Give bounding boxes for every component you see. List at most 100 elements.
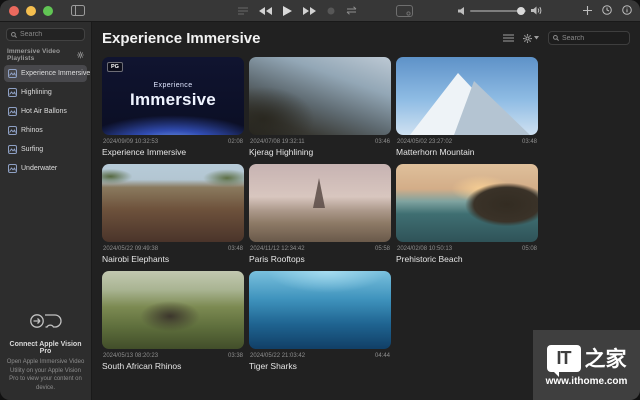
- display-mirroring-icon[interactable]: [390, 0, 419, 22]
- fast-forward-icon[interactable]: [301, 0, 318, 22]
- volume-high-icon[interactable]: [531, 2, 542, 20]
- sidebar-item-highlining[interactable]: Highlining: [4, 84, 87, 101]
- settings-dropdown[interactable]: [523, 34, 539, 43]
- video-title: Tiger Sharks: [249, 361, 391, 371]
- video-duration: 03:46: [375, 139, 390, 145]
- info-icon[interactable]: [622, 2, 632, 20]
- playlists-section-title: Immersive Video Playlists: [7, 48, 77, 62]
- sidebar-item-label: Surfing: [21, 146, 43, 153]
- video-card-tiger-sharks[interactable]: 2024/05/22 21:03:42 04:44 Tiger Sharks: [249, 271, 391, 371]
- playlist-icon: [8, 145, 17, 154]
- gear-icon: [523, 34, 532, 43]
- clock-icon[interactable]: [602, 2, 612, 20]
- sidebar-item-label: Rhinos: [21, 127, 43, 134]
- sidebar-item-surfing[interactable]: Surfing: [4, 141, 87, 158]
- volume-controls: [458, 2, 542, 20]
- video-title: South African Rhinos: [102, 361, 244, 371]
- traffic-lights: [9, 6, 53, 16]
- playlist-icon: [8, 69, 17, 78]
- close-button[interactable]: [9, 6, 19, 16]
- video-grid: PG Experience Immersive 2024/09/09 10:32…: [93, 47, 640, 371]
- content-search[interactable]: [548, 31, 630, 45]
- search-icon: [11, 32, 17, 38]
- video-card-experience-immersive[interactable]: PG Experience Immersive 2024/09/09 10:32…: [102, 57, 244, 157]
- video-card-prehistoric-beach[interactable]: 2024/02/08 10:50:13 05:08 Prehistoric Be…: [396, 164, 538, 264]
- sidebar-item-label: Experience Immersive: [21, 70, 90, 77]
- video-duration: 05:58: [375, 246, 390, 252]
- video-title: Prehistoric Beach: [396, 254, 538, 264]
- loop-icon[interactable]: [344, 0, 359, 22]
- video-thumbnail[interactable]: [249, 271, 391, 349]
- volume-low-icon[interactable]: [458, 2, 465, 20]
- page-title: Experience Immersive: [102, 30, 260, 47]
- sidebar-toggle-icon[interactable]: [65, 0, 91, 22]
- play-icon[interactable]: [281, 0, 294, 22]
- video-thumbnail[interactable]: [102, 271, 244, 349]
- queue-icon[interactable]: [236, 0, 250, 22]
- header-controls: [503, 29, 630, 47]
- video-card-matterhorn-mountain[interactable]: 2024/05/02 23:27:02 03:48 Matterhorn Mou…: [396, 57, 538, 157]
- content-search-input[interactable]: [562, 35, 625, 42]
- ithome-logo: IT: [547, 345, 581, 372]
- ithome-url: www.ithome.com: [546, 376, 628, 387]
- video-duration: 02:08: [228, 139, 243, 145]
- video-title: Nairobi Elephants: [102, 254, 244, 264]
- video-duration: 03:48: [228, 246, 243, 252]
- playlist-icon: [8, 126, 17, 135]
- video-title: Kjerag Highlining: [249, 147, 391, 157]
- search-icon: [553, 35, 559, 41]
- video-timestamp: 2024/05/22 09:49:38: [103, 246, 158, 252]
- video-thumbnail[interactable]: [249, 164, 391, 242]
- sidebar-item-rhinos[interactable]: Rhinos: [4, 122, 87, 139]
- video-timestamp: 2024/02/08 10:50:13: [397, 246, 452, 252]
- sidebar-item-label: Highlining: [21, 89, 52, 96]
- video-thumbnail[interactable]: PG Experience Immersive: [102, 57, 244, 135]
- video-timestamp: 2024/05/22 21:03:42: [250, 353, 305, 359]
- video-thumbnail[interactable]: [396, 57, 538, 135]
- ithome-watermark: IT 之家 www.ithome.com: [533, 330, 640, 400]
- sidebar-item-label: Hot Air Ballons: [21, 108, 67, 115]
- titlebar: [0, 0, 640, 22]
- playlist-icon: [8, 164, 17, 173]
- sidebar-item-hot-air-ballons[interactable]: Hot Air Ballons: [4, 103, 87, 120]
- view-options-icon[interactable]: [503, 29, 514, 47]
- record-icon[interactable]: [325, 0, 337, 22]
- connect-description: Open Apple Immersive Video Utility on yo…: [5, 358, 86, 392]
- video-thumbnail[interactable]: [396, 164, 538, 242]
- video-timestamp: 2024/05/02 23:27:02: [397, 139, 452, 145]
- video-timestamp: 2024/09/09 10:32:53: [103, 139, 158, 145]
- video-duration: 05:08: [522, 246, 537, 252]
- gear-icon[interactable]: [77, 51, 84, 59]
- video-timestamp: 2024/05/13 08:20:23: [103, 353, 158, 359]
- video-duration: 03:38: [228, 353, 243, 359]
- video-timestamp: 2024/11/12 12:34:42: [250, 246, 305, 252]
- add-icon[interactable]: [583, 2, 592, 20]
- minimize-button[interactable]: [26, 6, 36, 16]
- volume-slider-knob[interactable]: [517, 7, 525, 15]
- zoom-button[interactable]: [43, 6, 53, 16]
- sidebar-search[interactable]: [6, 28, 85, 41]
- video-title: Paris Rooftops: [249, 254, 391, 264]
- sidebar-search-input[interactable]: [20, 31, 80, 38]
- video-title: Experience Immersive: [102, 147, 244, 157]
- video-thumbnail[interactable]: [102, 164, 244, 242]
- sidebar-item-experience-immersive[interactable]: Experience Immersive: [4, 65, 87, 82]
- video-card-kjerag-highlining[interactable]: 2024/07/08 19:32:11 03:46 Kjerag Highlin…: [249, 57, 391, 157]
- ithome-logo-cn: 之家: [585, 343, 627, 373]
- main-header: Experience Immersive: [93, 22, 640, 47]
- chevron-down-icon: [534, 36, 539, 40]
- thumbnail-title-overlay: Experience Immersive: [102, 57, 244, 135]
- video-title: Matterhorn Mountain: [396, 147, 538, 157]
- playlists-section-header: Immersive Video Playlists: [7, 48, 84, 62]
- video-card-south-african-rhinos[interactable]: 2024/05/13 08:20:23 03:38 South African …: [102, 271, 244, 371]
- sidebar: Immersive Video Playlists Experience Imm…: [0, 22, 92, 400]
- video-thumbnail[interactable]: [249, 57, 391, 135]
- rewind-icon[interactable]: [257, 0, 274, 22]
- titlebar-right-controls: [583, 2, 632, 20]
- playlist-icon: [8, 107, 17, 116]
- video-card-paris-rooftops[interactable]: 2024/11/12 12:34:42 05:58 Paris Rooftops: [249, 164, 391, 264]
- volume-slider[interactable]: [470, 10, 526, 12]
- video-card-nairobi-elephants[interactable]: 2024/05/22 09:49:38 03:48 Nairobi Elepha…: [102, 164, 244, 264]
- connect-title: Connect Apple Vision Pro: [5, 341, 86, 355]
- sidebar-item-underwater[interactable]: Underwater: [4, 160, 87, 177]
